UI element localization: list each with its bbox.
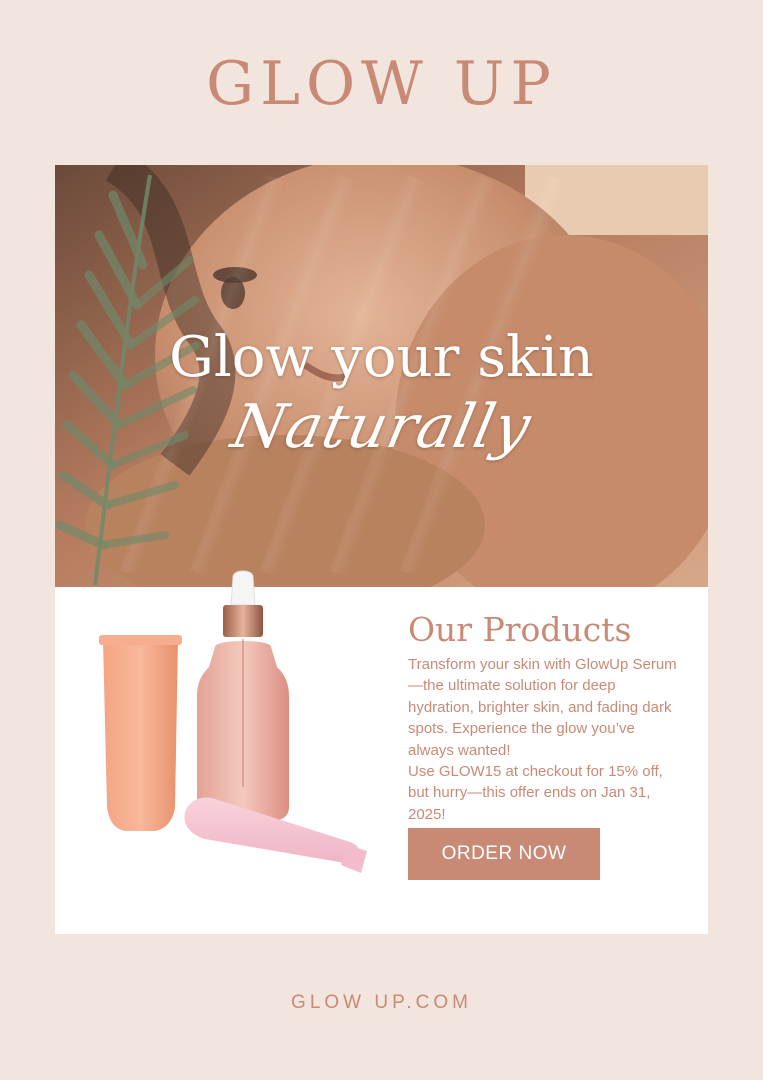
order-now-button[interactable]: ORDER NOW [408,828,600,880]
footer-website-url[interactable]: GLOW UP.COM [0,990,763,1016]
skincare-products-illustration [99,570,367,873]
products-title: Our Products [408,610,632,649]
product-image [85,567,385,887]
hero-image: Glow your skin Naturally [55,165,708,587]
products-description-line: Transform your skin with GlowUp Serum—th… [408,656,677,759]
promo-code-line: Use GLOW15 at checkout for 15% off, but … [408,763,663,823]
promo-card: Glow your skin Naturally Our Products Tr… [55,165,708,934]
hero-headline: Glow your skin [169,325,594,390]
brand-title: GLOW UP [206,49,557,119]
products-description: Transform your skin with GlowUp Serum—th… [408,654,678,825]
hero-script-word: Naturally [225,392,538,462]
